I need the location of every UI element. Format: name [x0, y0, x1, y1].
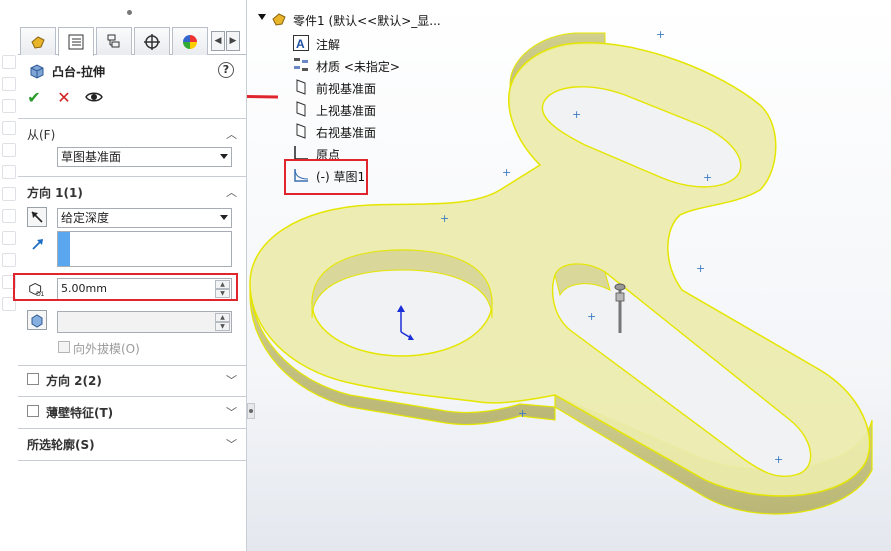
svg-text:+: + — [518, 407, 527, 420]
chevron-up-icon[interactable]: ︿ — [226, 184, 237, 200]
direction2-checkbox[interactable] — [27, 373, 39, 385]
reverse-direction-button[interactable] — [27, 207, 47, 227]
svg-text:+: + — [502, 166, 511, 179]
highlight-depth — [13, 273, 238, 301]
spin-up-button[interactable]: ▲ — [215, 313, 230, 322]
draft-outward-checkbox[interactable] — [58, 341, 70, 353]
extrude-boss-icon — [30, 64, 44, 79]
draft-toggle-button[interactable] — [27, 310, 47, 330]
tree-root-label: 零件1 (默认<<默认>_显... — [293, 14, 441, 28]
tab-feature-manager[interactable] — [20, 27, 56, 55]
from-select[interactable]: 草图基准面 — [57, 147, 232, 167]
svg-text:+: + — [587, 310, 596, 323]
chevron-up-icon[interactable]: ︿ — [226, 126, 237, 142]
dropdown-arrow-icon — [220, 215, 228, 220]
config-icon — [107, 34, 120, 47]
crosshair-icon — [144, 33, 160, 50]
direction-vector-icon — [28, 234, 48, 254]
direction-reference-list[interactable] — [57, 231, 232, 267]
tab-scroll-right[interactable]: ▶ — [226, 31, 240, 51]
tab-scroll-left[interactable]: ◀ — [211, 31, 225, 51]
tab-display-manager[interactable] — [172, 27, 208, 55]
part-icon — [272, 13, 286, 26]
tree-item-label: 上视基准面 — [316, 104, 377, 118]
tree-item-label: 材质 <未指定> — [316, 60, 400, 74]
tree-item-label: 前视基准面 — [316, 82, 377, 96]
tab-dimxpert-manager[interactable] — [134, 27, 170, 55]
help-icon[interactable]: ? — [218, 62, 234, 78]
dropdown-arrow-icon — [220, 154, 228, 159]
panel-collapse-handle[interactable] — [247, 403, 255, 419]
chevron-down-icon[interactable]: ﹀ — [226, 436, 237, 452]
svg-text:A: A — [296, 37, 305, 51]
feature-title-row: 凸台-拉伸 — [28, 62, 105, 83]
chevron-down-icon[interactable]: ﹀ — [226, 404, 237, 420]
action-buttons: ✔ ✕ — [25, 88, 103, 107]
panel-grip[interactable] — [127, 10, 132, 15]
section-direction2-title[interactable]: 方向 2(2) — [46, 372, 102, 389]
eye-icon — [85, 92, 103, 102]
cancel-button[interactable]: ✕ — [55, 88, 73, 107]
property-manager-panel: ◀ ▶ 凸台-拉伸 ? ✔ ✕ 从(F) ︿ 草图基准面 方向 1(1) ︿ 给… — [0, 0, 247, 551]
tree-item-label: 注解 — [316, 38, 341, 52]
selection-color-bar — [58, 232, 70, 266]
preview-button[interactable] — [85, 88, 103, 106]
ok-button[interactable]: ✔ — [25, 88, 43, 107]
part-icon — [31, 35, 45, 49]
tree-item-label: 右视基准面 — [316, 126, 377, 140]
spin-down-button[interactable]: ▼ — [215, 322, 230, 331]
svg-text:+: + — [656, 28, 665, 41]
svg-text:+: + — [696, 262, 705, 275]
plane-icon — [296, 123, 306, 139]
annotation-icon: A — [293, 35, 309, 51]
svg-text:+: + — [774, 453, 783, 466]
section-direction1-title[interactable]: 方向 1(1) — [27, 184, 83, 201]
draft-icon — [31, 314, 43, 328]
svg-text:+: + — [703, 171, 712, 184]
reverse-direction-icon — [31, 211, 43, 223]
list-icon — [68, 34, 84, 50]
color-wheel-icon — [183, 34, 197, 49]
highlight-sketch1 — [284, 159, 368, 195]
feature-title: 凸台-拉伸 — [52, 65, 105, 79]
plane-icon — [296, 79, 306, 95]
section-thin-feature-title[interactable]: 薄壁特征(T) — [46, 404, 113, 421]
section-from-title[interactable]: 从(F) — [27, 126, 55, 143]
hidden-toolbar — [0, 55, 18, 355]
expand-triangle-icon[interactable] — [258, 14, 266, 20]
tab-property-manager[interactable] — [58, 27, 94, 56]
thin-feature-checkbox[interactable] — [27, 405, 39, 417]
manager-tabs: ◀ ▶ — [18, 27, 246, 56]
from-select-value: 草图基准面 — [61, 150, 122, 164]
draft-angle-input[interactable]: ▲ ▼ — [57, 311, 232, 333]
section-selected-contours-title[interactable]: 所选轮廓(S) — [27, 436, 95, 453]
end-condition-select[interactable]: 给定深度 — [57, 208, 232, 228]
chevron-down-icon[interactable]: ﹀ — [226, 372, 237, 388]
svg-text:+: + — [572, 108, 581, 121]
svg-text:+: + — [440, 212, 449, 225]
plane-icon — [296, 101, 306, 117]
material-icon — [294, 58, 308, 71]
end-condition-value: 给定深度 — [61, 211, 110, 225]
draft-outward-label: 向外拔模(O) — [73, 342, 140, 356]
tab-configuration-manager[interactable] — [96, 27, 132, 55]
